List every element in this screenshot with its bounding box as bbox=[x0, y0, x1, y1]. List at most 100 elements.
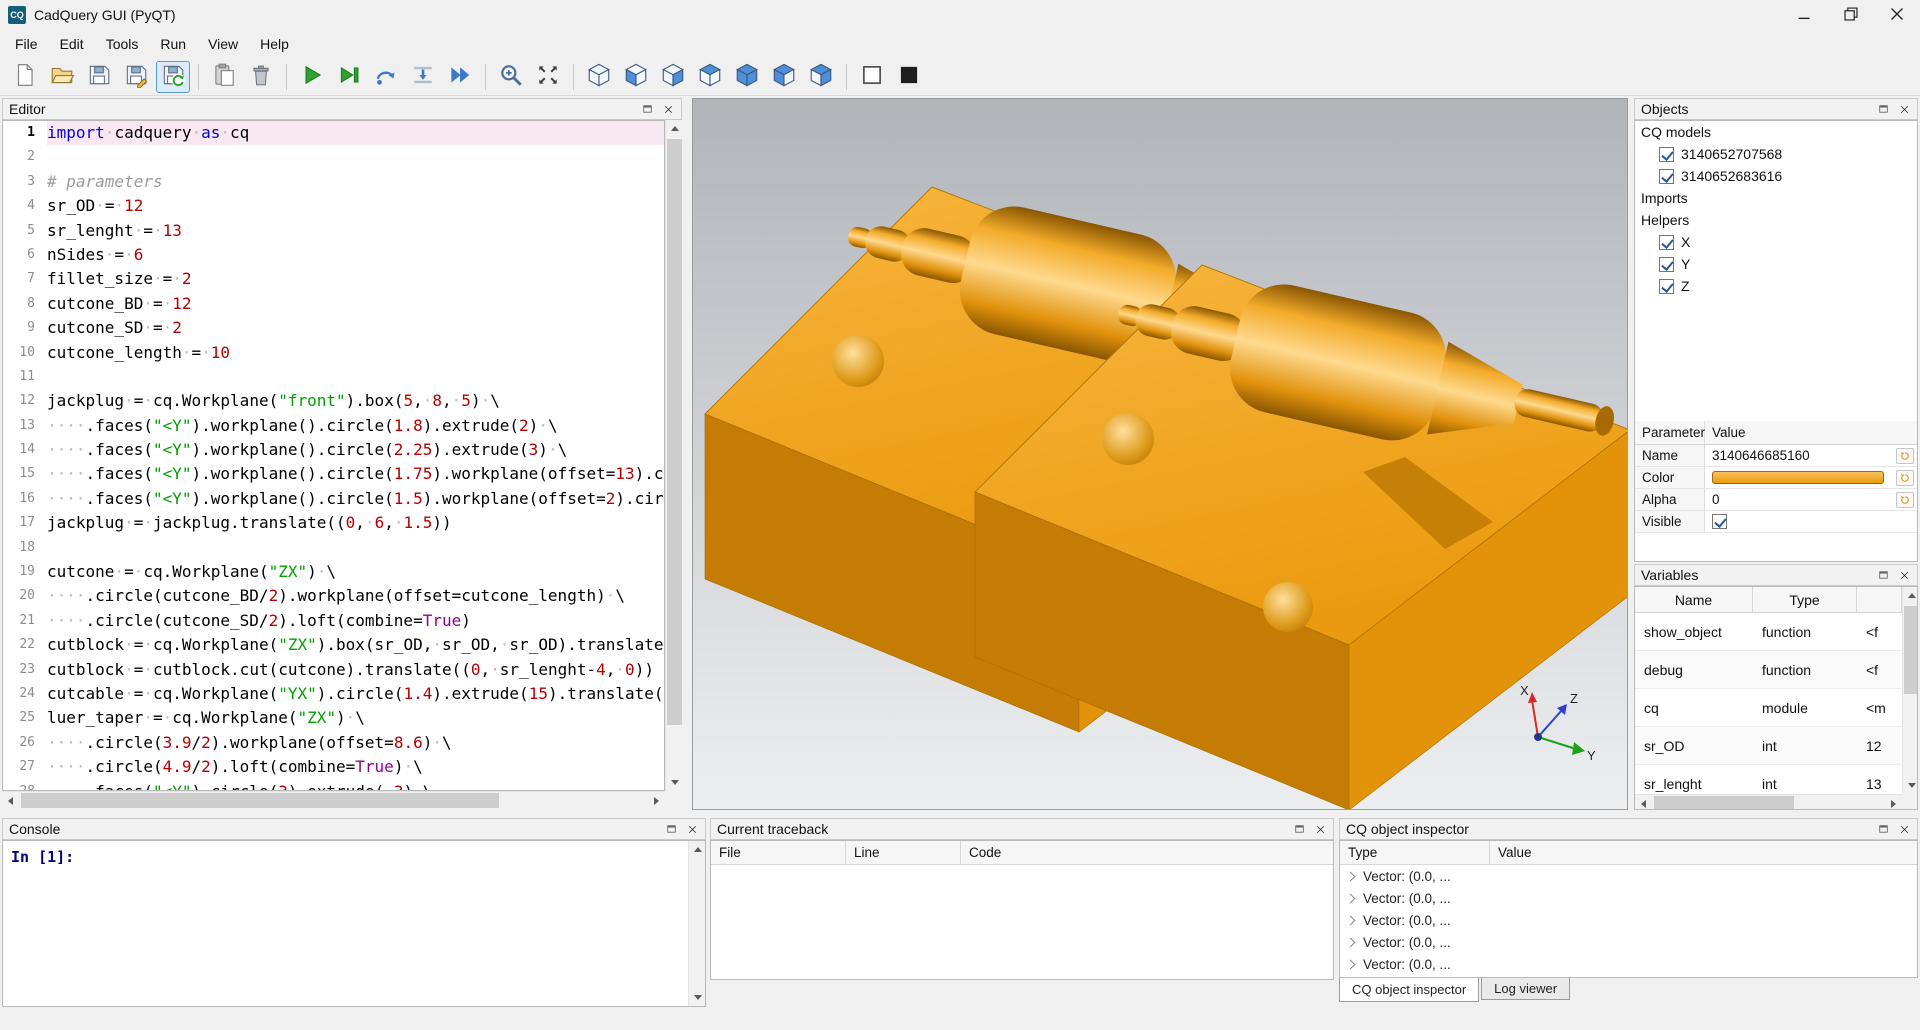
code-line[interactable]: 5sr_lenght·=·13 bbox=[3, 219, 664, 243]
close-panel-button[interactable] bbox=[686, 823, 699, 836]
code-line[interactable]: 7fillet_size·=·2 bbox=[3, 267, 664, 291]
code-line[interactable]: 11 bbox=[3, 365, 664, 389]
scroll-up-arrow[interactable] bbox=[666, 120, 683, 137]
variables-vscrollbar[interactable] bbox=[1902, 587, 1918, 794]
tab-log-viewer[interactable]: Log viewer bbox=[1481, 978, 1570, 1000]
color-swatch[interactable] bbox=[1712, 471, 1884, 484]
autoreload-button[interactable] bbox=[156, 61, 190, 93]
code-line[interactable]: 1import·cadquery·as·cq bbox=[3, 121, 664, 145]
inspector-row[interactable]: Vector: (0.0, ... bbox=[1340, 909, 1917, 931]
shaded-button[interactable] bbox=[892, 61, 926, 93]
code-line[interactable]: 17jackplug·=·jackplug.translate((0,·6,·1… bbox=[3, 511, 664, 535]
tree-item-3140652683616[interactable]: 3140652683616 bbox=[1635, 165, 1917, 187]
tree-item-x[interactable]: X bbox=[1635, 231, 1917, 253]
code-line[interactable]: 26····.circle(3.9/2).workplane(offset=8.… bbox=[3, 731, 664, 755]
menu-edit[interactable]: Edit bbox=[49, 32, 95, 56]
variable-row-sr_OD[interactable]: sr_ODint12 bbox=[1635, 727, 1902, 765]
minimize-button[interactable] bbox=[1782, 0, 1828, 30]
step-button[interactable] bbox=[369, 61, 403, 93]
reset-param-button[interactable] bbox=[1896, 492, 1914, 508]
menu-view[interactable]: View bbox=[197, 32, 249, 56]
inspector-row[interactable]: Vector: (0.0, ... bbox=[1340, 931, 1917, 953]
wireframe-button[interactable] bbox=[855, 61, 889, 93]
code-line[interactable]: 12jackplug·=·cq.Workplane("front").box(5… bbox=[3, 389, 664, 413]
paste-button[interactable] bbox=[207, 61, 241, 93]
scrollbar-thumb[interactable] bbox=[21, 793, 499, 808]
variable-row-sr_lenght[interactable]: sr_lenghtint13 bbox=[1635, 765, 1902, 794]
checkbox[interactable] bbox=[1659, 279, 1674, 294]
variable-row-debug[interactable]: debugfunction<f bbox=[1635, 651, 1902, 689]
tree-item-y[interactable]: Y bbox=[1635, 253, 1917, 275]
save-as-button[interactable] bbox=[119, 61, 153, 93]
delete-button[interactable] bbox=[244, 61, 278, 93]
menu-run[interactable]: Run bbox=[149, 32, 197, 56]
menu-tools[interactable]: Tools bbox=[95, 32, 150, 56]
viewport-3d[interactable]: X Z Y bbox=[692, 98, 1628, 810]
new-file-button[interactable] bbox=[8, 61, 42, 93]
code-line[interactable]: 19cutcone·=·cq.Workplane("ZX")·\ bbox=[3, 560, 664, 584]
tree-root-cq-models[interactable]: CQ models bbox=[1635, 121, 1917, 143]
fit-all-button[interactable] bbox=[531, 61, 565, 93]
open-file-button[interactable] bbox=[45, 61, 79, 93]
left-view-button[interactable] bbox=[767, 61, 801, 93]
expand-chevron-icon[interactable] bbox=[1346, 959, 1356, 969]
menu-file[interactable]: File bbox=[4, 32, 49, 56]
variables-col-value[interactable] bbox=[1857, 587, 1902, 612]
tree-item-z[interactable]: Z bbox=[1635, 275, 1917, 297]
checkbox[interactable] bbox=[1659, 169, 1674, 184]
save-button[interactable] bbox=[82, 61, 116, 93]
scrollbar-thumb[interactable] bbox=[667, 139, 682, 725]
code-line[interactable]: 21····.circle(cutcone_SD/2).loft(combine… bbox=[3, 609, 664, 633]
scroll-right-arrow[interactable] bbox=[1885, 795, 1902, 810]
code-line[interactable]: 16····.faces("<Y").workplane().circle(1.… bbox=[3, 487, 664, 511]
debug-button[interactable] bbox=[332, 61, 366, 93]
variables-hscrollbar[interactable] bbox=[1635, 794, 1902, 810]
checkbox[interactable] bbox=[1712, 514, 1727, 529]
scroll-down-arrow[interactable] bbox=[689, 989, 706, 1006]
scroll-up-arrow[interactable] bbox=[1903, 587, 1918, 604]
zoom-fit-button[interactable] bbox=[494, 61, 528, 93]
float-panel-button[interactable] bbox=[641, 103, 654, 116]
viewport-canvas[interactable]: X Z Y bbox=[693, 99, 1627, 809]
code-line[interactable]: 10cutcone_length·=·10 bbox=[3, 341, 664, 365]
scrollbar-thumb[interactable] bbox=[1654, 796, 1794, 810]
render-button[interactable] bbox=[295, 61, 329, 93]
code-line[interactable]: 2 bbox=[3, 145, 664, 169]
bottom-view-button[interactable] bbox=[730, 61, 764, 93]
traceback-col-code[interactable]: Code bbox=[961, 841, 1333, 864]
scroll-down-arrow[interactable] bbox=[666, 774, 683, 791]
inspector-col-type[interactable]: Type bbox=[1340, 841, 1490, 864]
code-line[interactable]: 20····.circle(cutcone_BD/2).workplane(of… bbox=[3, 584, 664, 608]
float-panel-button[interactable] bbox=[1877, 103, 1890, 116]
tab-cq-object-inspector[interactable]: CQ object inspector bbox=[1339, 978, 1479, 1002]
top-view-button[interactable] bbox=[693, 61, 727, 93]
step-into-button[interactable] bbox=[406, 61, 440, 93]
console-vscrollbar[interactable] bbox=[688, 841, 705, 1006]
inspector-row[interactable]: Vector: (0.0, ... bbox=[1340, 865, 1917, 887]
front-view-button[interactable] bbox=[619, 61, 653, 93]
editor-hscrollbar[interactable] bbox=[2, 791, 665, 808]
inspector-row[interactable]: Vector: (0.0, ... bbox=[1340, 887, 1917, 909]
code-line[interactable]: 28····.faces("<Y").circle(3).extrude(-3)… bbox=[3, 780, 664, 791]
checkbox[interactable] bbox=[1659, 257, 1674, 272]
expand-chevron-icon[interactable] bbox=[1346, 893, 1356, 903]
close-panel-button[interactable] bbox=[1314, 823, 1327, 836]
iso-view-button[interactable] bbox=[582, 61, 616, 93]
code-line[interactable]: 9cutcone_SD·=·2 bbox=[3, 316, 664, 340]
variables-col-name[interactable]: Name bbox=[1635, 587, 1753, 612]
menu-help[interactable]: Help bbox=[249, 32, 300, 56]
checkbox[interactable] bbox=[1659, 147, 1674, 162]
variable-row-show_object[interactable]: show_objectfunction<f bbox=[1635, 613, 1902, 651]
code-line[interactable]: 15····.faces("<Y").workplane().circle(1.… bbox=[3, 462, 664, 486]
editor-vscrollbar[interactable] bbox=[665, 120, 682, 791]
param-value[interactable] bbox=[1705, 511, 1893, 532]
continue-button[interactable] bbox=[443, 61, 477, 93]
scrollbar-thumb[interactable] bbox=[1904, 606, 1918, 694]
reset-param-button[interactable] bbox=[1896, 470, 1914, 486]
variable-row-cq[interactable]: cqmodule<m bbox=[1635, 689, 1902, 727]
inspector-row[interactable]: Vector: (0.0, ... bbox=[1340, 953, 1917, 975]
console-body[interactable]: In [1]: bbox=[2, 840, 706, 1007]
code-line[interactable]: 25luer_taper·=·cq.Workplane("ZX")·\ bbox=[3, 706, 664, 730]
variables-col-type[interactable]: Type bbox=[1753, 587, 1857, 612]
tree-root-helpers[interactable]: Helpers bbox=[1635, 209, 1917, 231]
